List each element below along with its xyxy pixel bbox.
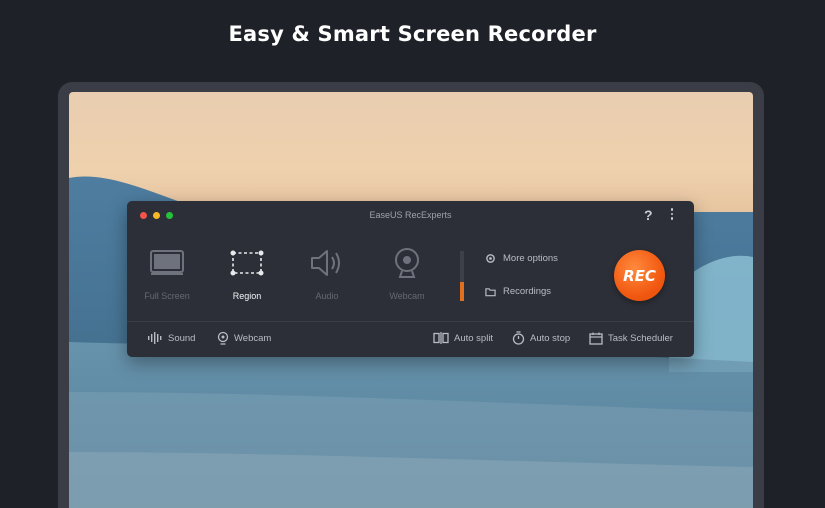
app-title: EaseUS RecExperts: [369, 210, 452, 220]
calendar-icon: [589, 332, 603, 345]
recorder-window: EaseUS RecExperts ? Full Screen Region A…: [127, 201, 694, 357]
mode-label: Region: [232, 291, 262, 301]
auto-split-label: Auto split: [454, 332, 494, 344]
mode-full-screen[interactable]: Full Screen: [132, 245, 202, 301]
mode-region[interactable]: Region: [212, 245, 282, 301]
folder-icon: [485, 287, 496, 296]
auto-stop-label: Auto stop: [530, 332, 571, 344]
webcam-label: Webcam: [234, 332, 272, 344]
task-scheduler-label: Task Scheduler: [608, 332, 673, 344]
timer-icon: [512, 331, 525, 345]
mode-label: Webcam: [389, 291, 425, 301]
audio-level-fill: [460, 282, 464, 301]
auto-split-button[interactable]: Auto split: [433, 329, 493, 347]
page-headline: Easy & Smart Screen Recorder: [228, 22, 597, 46]
webcam-icon: [372, 245, 442, 281]
title-bar: EaseUS RecExperts ?: [127, 201, 694, 229]
audio-level-meter: [460, 251, 464, 301]
webcam-small-icon: [217, 331, 229, 345]
more-options-label: More options: [503, 253, 558, 264]
help-icon[interactable]: ?: [644, 207, 653, 223]
mode-audio[interactable]: Audio: [292, 245, 362, 301]
speaker-icon: [292, 245, 362, 281]
sound-label: Sound: [168, 332, 196, 344]
split-icon: [433, 332, 449, 344]
gear-icon: [486, 254, 495, 263]
auto-stop-button[interactable]: Auto stop: [512, 329, 570, 347]
rec-button[interactable]: REC: [614, 250, 665, 301]
mode-label: Full Screen: [144, 291, 190, 301]
recordings-label: Recordings: [503, 286, 552, 297]
mode-label: Audio: [315, 291, 339, 301]
more-menu-icon[interactable]: [668, 208, 676, 222]
task-scheduler-button[interactable]: Task Scheduler: [589, 329, 673, 347]
region-select-icon: [212, 245, 282, 281]
monitor-icon: [132, 245, 202, 281]
recordings-button[interactable]: Recordings: [485, 286, 551, 297]
divider: [127, 321, 694, 322]
more-options-button[interactable]: More options: [485, 253, 558, 264]
webcam-toggle[interactable]: Webcam: [217, 329, 271, 347]
sound-toggle[interactable]: Sound: [147, 329, 195, 347]
sound-wave-icon: [148, 332, 162, 344]
mode-webcam[interactable]: Webcam: [372, 245, 442, 301]
